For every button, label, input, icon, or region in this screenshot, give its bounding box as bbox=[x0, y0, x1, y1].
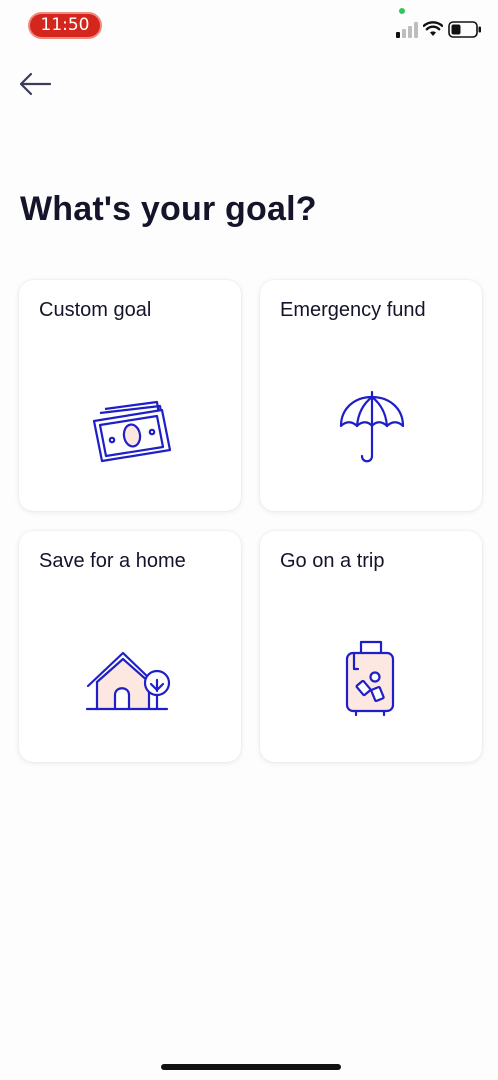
goal-card-go-on-trip[interactable]: Go on a trip bbox=[260, 531, 482, 762]
wifi-icon bbox=[423, 21, 443, 36]
house-icon bbox=[85, 651, 171, 711]
status-time[interactable]: 11:50 bbox=[28, 12, 102, 39]
screen: 11:50 What's your goal? Custom goal Emer… bbox=[0, 0, 498, 1080]
umbrella-icon bbox=[339, 390, 405, 463]
arrow-left-icon bbox=[19, 72, 52, 96]
goal-card-label: Emergency fund bbox=[280, 299, 426, 321]
goal-card-emergency-fund[interactable]: Emergency fund bbox=[260, 280, 482, 511]
goal-card-custom[interactable]: Custom goal bbox=[19, 280, 241, 511]
status-bar: 11:50 bbox=[0, 0, 498, 50]
home-indicator[interactable] bbox=[161, 1064, 341, 1070]
goal-card-label: Save for a home bbox=[39, 550, 186, 572]
cellular-signal-icon bbox=[396, 22, 418, 38]
battery-icon bbox=[448, 21, 481, 38]
privacy-indicator-icon bbox=[399, 8, 405, 14]
money-icon bbox=[92, 400, 172, 463]
goal-card-label: Go on a trip bbox=[280, 550, 385, 572]
page-title: What's your goal? bbox=[20, 190, 317, 228]
suitcase-icon bbox=[345, 640, 395, 717]
back-button[interactable] bbox=[14, 66, 56, 102]
goal-card-save-for-home[interactable]: Save for a home bbox=[19, 531, 241, 762]
goal-card-label: Custom goal bbox=[39, 299, 152, 321]
